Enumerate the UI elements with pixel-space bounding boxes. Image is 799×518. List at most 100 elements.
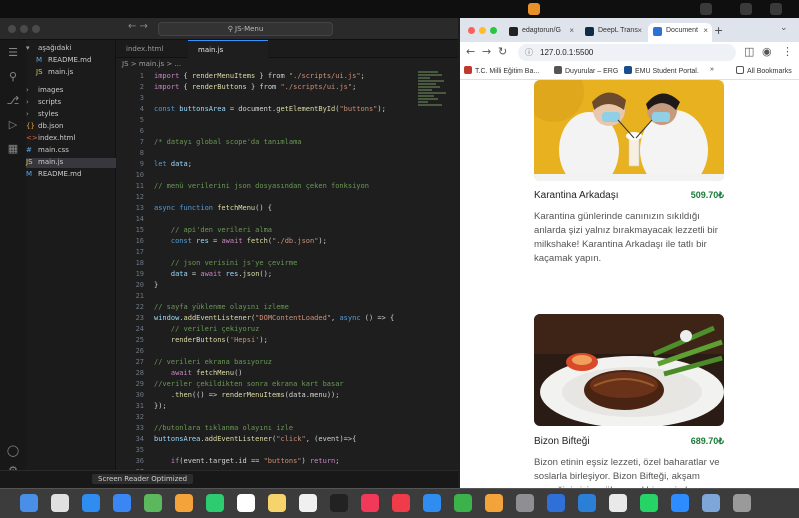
explorer-icon[interactable]: ☰	[6, 46, 20, 60]
finder-icon[interactable]	[20, 494, 38, 512]
tab-index-html[interactable]: index.html	[116, 40, 186, 58]
code-line[interactable]: async function fetchMenu() {	[154, 204, 272, 212]
browser-tab[interactable]: edagtorun/G ×	[504, 23, 578, 42]
sidebar-icon[interactable]: ◫	[744, 45, 754, 58]
bookmark-item[interactable]: Duyurular – ERG	[554, 66, 618, 75]
zoom-icon[interactable]	[671, 494, 689, 512]
minimize-window-icon[interactable]	[20, 25, 28, 33]
all-bookmarks[interactable]: All Bookmarks	[736, 66, 792, 75]
maps-icon[interactable]	[144, 494, 162, 512]
code-line[interactable]: let data;	[154, 160, 192, 168]
screen-reader-status[interactable]: Screen Reader Optimized	[92, 474, 194, 484]
code-line[interactable]: // sayfa yüklenme olayını izleme	[154, 303, 289, 311]
address-bar[interactable]: ⓘ 127.0.0.1:5500	[518, 44, 736, 61]
mail-icon[interactable]	[113, 494, 131, 512]
close-window-icon[interactable]	[8, 25, 16, 33]
calendar-icon[interactable]	[237, 494, 255, 512]
code-line[interactable]: //butonlara tıklanma olayını izle	[154, 424, 293, 432]
explorer-item[interactable]: › images	[26, 86, 116, 96]
explorer-item[interactable]: › styles	[26, 110, 116, 120]
explorer-item[interactable]: # main.css	[26, 146, 116, 156]
code-line[interactable]: window.addEventListener("DOMContentLoade…	[154, 314, 394, 322]
chrome-icon[interactable]	[609, 494, 627, 512]
news-icon[interactable]	[392, 494, 410, 512]
bookmark-item[interactable]: T.C. Milli Eğitim Ba...	[464, 66, 539, 75]
close-tab-icon[interactable]: ×	[703, 23, 708, 39]
forward-icon[interactable]: →	[482, 45, 491, 58]
explorer-item-active[interactable]: JS main.js	[26, 158, 116, 168]
account-icon[interactable]: ◯	[6, 444, 20, 458]
appletv-icon[interactable]	[330, 494, 348, 512]
close-window-icon[interactable]	[468, 27, 475, 34]
new-tab-button[interactable]: +	[714, 24, 723, 37]
appstore-icon[interactable]	[423, 494, 441, 512]
reload-icon[interactable]: ↻	[498, 45, 507, 58]
code-editor[interactable]: 1 import { renderMenuItems } from "./scri…	[116, 70, 416, 484]
explorer-item[interactable]: <>index.html	[26, 134, 116, 144]
numbers-icon[interactable]	[454, 494, 472, 512]
pages-icon[interactable]	[485, 494, 503, 512]
code-line[interactable]: }	[154, 281, 158, 289]
minimap[interactable]	[418, 70, 450, 170]
maximize-window-icon[interactable]	[32, 25, 40, 33]
wifi-icon[interactable]	[700, 3, 712, 15]
bookmark-item[interactable]: EMU Student Portal.	[624, 66, 699, 75]
code-line[interactable]: // json verisini js'ye çevirme	[154, 259, 297, 267]
code-line[interactable]: // menü verilerini json dosyasından çeke…	[154, 182, 369, 190]
code-line[interactable]: const buttonsArea = document.getElementB…	[154, 105, 386, 113]
minimize-window-icon[interactable]	[479, 27, 486, 34]
control-center-icon[interactable]	[770, 3, 782, 15]
explorer-item[interactable]: JS main.js	[26, 68, 116, 78]
browser-tab[interactable]: DeepL Trans ×	[580, 23, 646, 42]
code-line[interactable]: // api'den verileri alma	[154, 226, 272, 234]
browser-tab-active[interactable]: Document ×	[648, 23, 712, 42]
trash-icon[interactable]	[733, 494, 751, 512]
explorer-item[interactable]: M README.md	[26, 170, 116, 180]
back-icon[interactable]: ←	[466, 45, 475, 58]
tab-main-js[interactable]: main.js	[188, 40, 268, 58]
breadcrumb[interactable]: JS > main.js > ...	[122, 60, 181, 68]
vscode-icon[interactable]	[578, 494, 596, 512]
code-line[interactable]: // verileri ekrana basıyoruz	[154, 358, 272, 366]
code-line[interactable]: // verileri çekiyoruz	[154, 325, 260, 333]
maximize-window-icon[interactable]	[490, 27, 497, 34]
close-tab-icon[interactable]: ×	[569, 23, 574, 39]
code-line[interactable]: const res = await fetch("./db.json");	[154, 237, 327, 245]
search-icon[interactable]: ⚲	[6, 70, 20, 84]
code-line[interactable]: .then(() => renderMenuItems(data.menu));	[154, 391, 340, 399]
menu-icon[interactable]: ⋮	[782, 45, 793, 58]
code-line[interactable]: data = await res.json();	[154, 270, 272, 278]
code-line[interactable]: buttonsArea.addEventListener("click", (e…	[154, 435, 356, 443]
launchpad-icon[interactable]	[51, 494, 69, 512]
preview-icon[interactable]	[702, 494, 720, 512]
whatsapp-icon[interactable]	[640, 494, 658, 512]
close-tab-icon[interactable]: ×	[637, 23, 642, 39]
command-search-input[interactable]: ⚲ JS-Menu	[158, 22, 333, 36]
source-control-icon[interactable]: ⎇	[6, 94, 20, 108]
profile-icon[interactable]: ◉	[762, 45, 772, 58]
safari-icon[interactable]	[82, 494, 100, 512]
run-debug-icon[interactable]: ▷	[6, 118, 20, 132]
code-line[interactable]: //veriler çekildikten sonra ekrana kart …	[154, 380, 344, 388]
code-line[interactable]: import { renderMenuItems } from "./scrip…	[154, 72, 365, 80]
explorer-item[interactable]: › scripts	[26, 98, 116, 108]
microphone-icon[interactable]	[528, 3, 540, 15]
code-line[interactable]: /* datayı global scope'da tanımlama	[154, 138, 302, 146]
nav-arrows[interactable]: ← →	[128, 21, 148, 32]
explorer-item[interactable]: {} db.json	[26, 122, 116, 132]
code-line[interactable]: import { renderButtons } from "./scripts…	[154, 83, 356, 91]
explorer-item[interactable]: ▾ aşağıdaki	[26, 44, 116, 54]
photos-icon[interactable]	[175, 494, 193, 512]
reminders-icon[interactable]	[299, 494, 317, 512]
battery-icon[interactable]	[740, 3, 752, 15]
code-line[interactable]: renderButtons('Hepsi');	[154, 336, 268, 344]
more-bookmarks-icon[interactable]: »	[710, 66, 714, 73]
explorer-item[interactable]: M README.md	[26, 56, 116, 66]
settings-icon[interactable]	[516, 494, 534, 512]
site-info-icon[interactable]: ⓘ	[525, 44, 533, 61]
extensions-icon[interactable]: ▦	[6, 142, 20, 156]
notes-icon[interactable]	[268, 494, 286, 512]
facetime-icon[interactable]	[206, 494, 224, 512]
code-line[interactable]: if(event.target.id == "buttons") return;	[154, 457, 340, 465]
music-icon[interactable]	[361, 494, 379, 512]
